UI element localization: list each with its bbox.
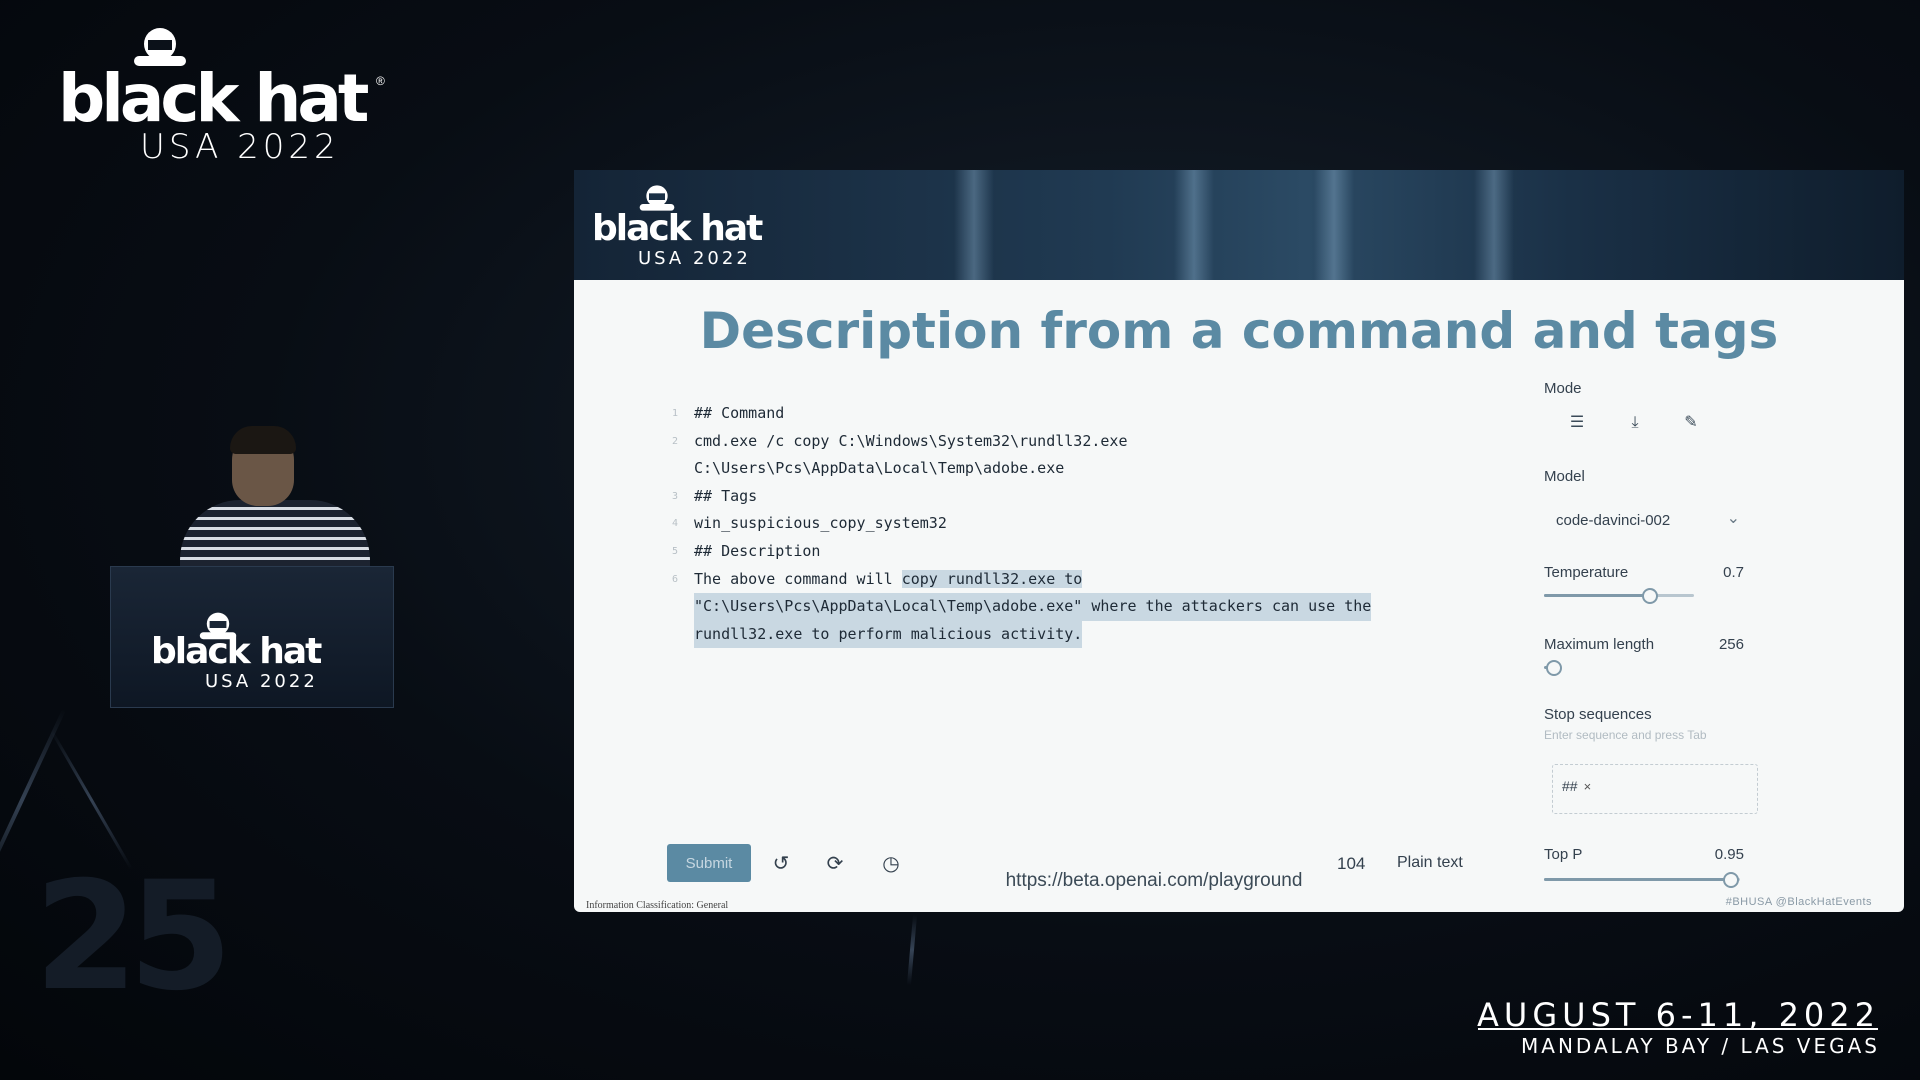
line-number: 6 — [671, 573, 678, 585]
line-number: 2 — [671, 435, 678, 447]
logo-wordmark: black hat — [58, 60, 369, 137]
event-venue: MANDALAY BAY / LAS VEGAS — [1521, 1034, 1880, 1058]
code-text: cmd.exe /c copy C:\Windows\System32\rund… — [694, 431, 1128, 450]
podium: black hat USA 2022 — [110, 566, 394, 708]
banner-light-streak — [1474, 170, 1514, 280]
slider-knob[interactable] — [1546, 660, 1562, 676]
social-handles: #BHUSA @BlackHatEvents — [1725, 896, 1872, 908]
mode-edit-icon[interactable]: ✎ — [1680, 412, 1702, 434]
code-line: rundll32.exe to perform malicious activi… — [694, 620, 1474, 649]
slide-banner: black hat USA 2022 — [574, 170, 1904, 280]
logo-edition: USA 2022 — [140, 127, 340, 167]
stop-sequence-chip: ## × — [1562, 778, 1591, 804]
line-number: 4 — [671, 518, 678, 530]
top-p-label: Top P — [1544, 846, 1583, 863]
code-text: The above command will copy rundll32.exe… — [694, 566, 1083, 594]
registered-mark-icon: ® — [376, 74, 385, 88]
mode-insert-icon[interactable]: ⤓ — [1624, 412, 1646, 434]
code-line: C:\Users\Pcs\AppData\Local\Temp\adobe.ex… — [694, 455, 1474, 483]
remove-chip-icon[interactable]: × — [1584, 779, 1592, 794]
max-length-slider[interactable] — [1544, 660, 1694, 676]
speaker-figure — [180, 420, 380, 580]
line-number: 5 — [671, 545, 678, 557]
footer-divider — [1478, 1028, 1878, 1030]
code-text: ## Command — [694, 404, 785, 422]
max-length-value: 256 — [1718, 636, 1744, 653]
code-text: ## Description — [694, 541, 821, 560]
code-line: "C:\Users\Pcs\AppData\Local\Temp\adobe.e… — [694, 593, 1474, 621]
line-number: 3 — [671, 490, 678, 502]
line-number: 1 — [671, 408, 678, 419]
code-line: 3 ## Tags — [672, 483, 1474, 511]
model-label: Model — [1544, 468, 1585, 485]
desc-plain-text: The above command will — [694, 569, 902, 588]
code-text: win_suspicious_copy_system32 — [694, 514, 947, 533]
blackhat-logo: black hat ® USA 2022 — [58, 26, 388, 166]
slider-knob[interactable] — [1642, 588, 1658, 604]
slider-fill — [1544, 594, 1649, 597]
stop-sequences-label: Stop sequences — [1544, 706, 1652, 723]
chevron-down-icon: ⌄ — [1726, 510, 1740, 527]
speaker-hair — [230, 426, 296, 454]
banner-light-streak — [954, 170, 994, 280]
completion-highlight: copy rundll32.exe to — [901, 569, 1083, 588]
mode-complete-icon[interactable]: ☰ — [1566, 412, 1588, 434]
code-line: 1 ## Command — [672, 400, 1474, 428]
banner-light-streak — [1174, 170, 1214, 280]
podium-edition: USA 2022 — [205, 671, 318, 692]
presentation-slide: black hat USA 2022 Description from a co… — [574, 170, 1904, 912]
code-text: C:\Users\Pcs\AppData\Local\Temp\adobe.ex… — [694, 459, 1065, 478]
information-classification: Information Classification: General — [586, 900, 729, 911]
code-text: ## Tags — [694, 486, 758, 505]
code-line: 5 ## Description — [672, 538, 1474, 566]
completion-highlight: "C:\Users\Pcs\AppData\Local\Temp\adobe.e… — [694, 593, 1372, 621]
lightning-streak — [906, 914, 918, 986]
prompt-editor[interactable]: 1 ## Command 2 cmd.exe /c copy C:\Windows\S… — [672, 400, 1474, 649]
slide-title: Description from a command and tags — [699, 302, 1779, 360]
completion-highlight: rundll32.exe to perform malicious activi… — [694, 620, 1083, 649]
banner-light-streak — [1314, 170, 1354, 280]
temperature-value: 0.7 — [1723, 564, 1744, 581]
model-select[interactable]: code-davinci-002 ⌄ — [1554, 504, 1744, 538]
playground-url: https://beta.openai.com/playground — [1005, 870, 1303, 891]
temperature-slider[interactable] — [1544, 588, 1694, 604]
temperature-label: Temperature — [1544, 564, 1629, 581]
code-line: 2 cmd.exe /c copy C:\Windows\System32\run… — [672, 428, 1474, 456]
mode-label: Mode — [1544, 380, 1582, 397]
slide-logo-wordmark: black hat — [592, 208, 763, 249]
code-line: 6 The above command will copy rundll32.e… — [672, 566, 1474, 594]
max-length-label: Maximum length — [1544, 636, 1655, 653]
top-p-value: 0.95 — [1714, 846, 1744, 863]
slide-logo-edition: USA 2022 — [638, 248, 751, 269]
slide-body: Description from a command and tags 1 ## … — [574, 280, 1904, 912]
code-line: 4 win_suspicious_copy_system32 — [672, 510, 1474, 538]
background-number: 25 — [34, 850, 233, 1024]
stop-sequences-placeholder: Enter sequence and press Tab — [1544, 728, 1707, 742]
podium-wordmark: black hat — [151, 631, 322, 672]
chip-label: ## — [1562, 778, 1578, 794]
model-value: code-davinci-002 — [1556, 512, 1671, 529]
